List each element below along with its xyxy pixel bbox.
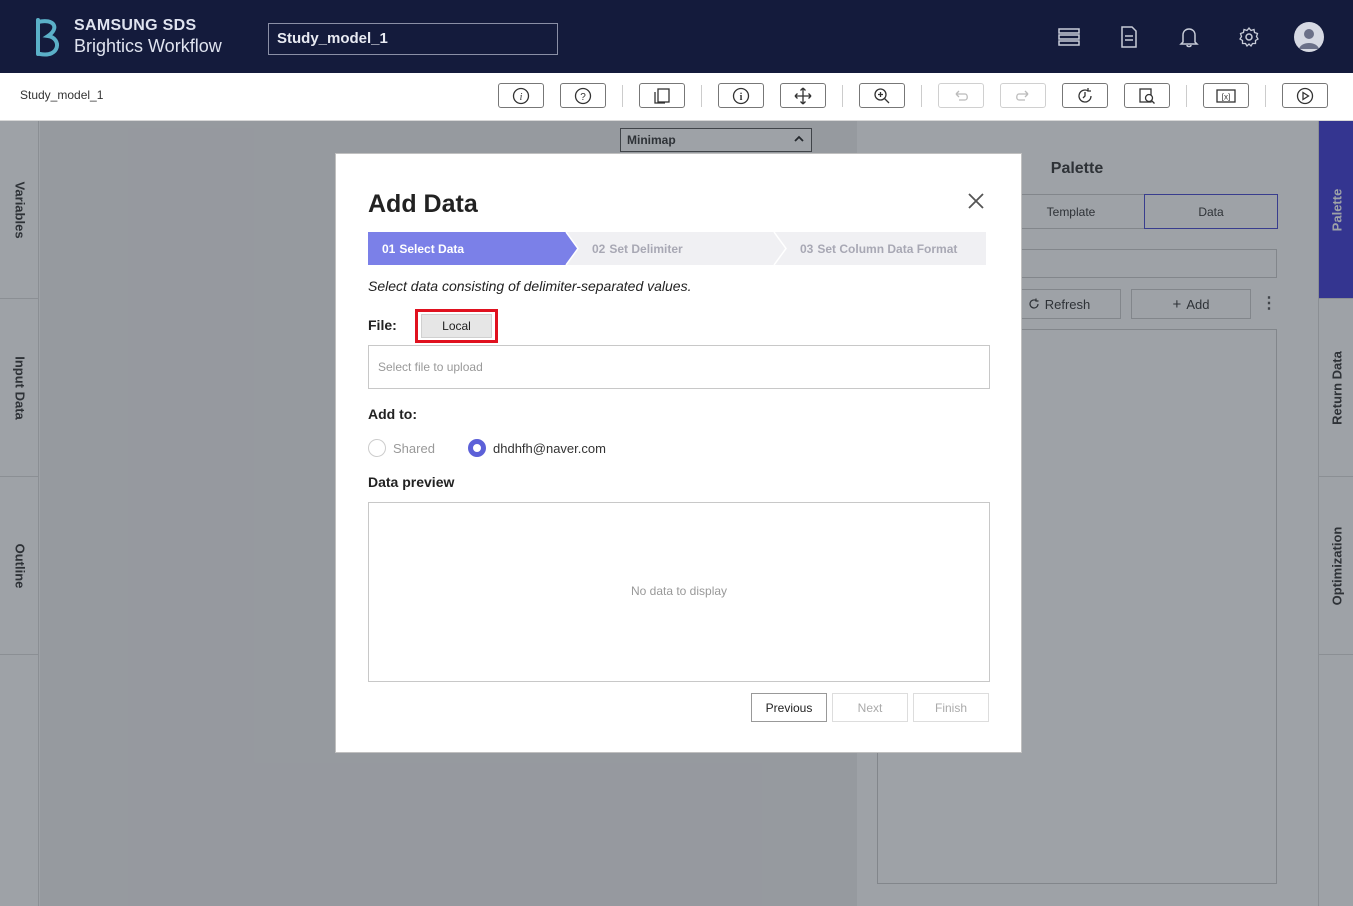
- redo-button[interactable]: [1000, 83, 1046, 108]
- help-button[interactable]: ?: [560, 83, 606, 108]
- add-data-dialog: Add Data 01 Select Data 02 Set Delimiter…: [335, 153, 1022, 753]
- search-document-button[interactable]: [1124, 83, 1170, 108]
- move-icon: [794, 87, 812, 104]
- step-label: Set Column Data Format: [817, 241, 958, 256]
- dialog-title: Add Data: [368, 190, 478, 218]
- brand-company: SAMSUNG SDS: [74, 17, 197, 34]
- add-to-label: Add to:: [368, 406, 417, 422]
- local-button[interactable]: Local: [421, 314, 492, 338]
- app-header: SAMSUNG SDS Brightics Workflow Study_mod…: [0, 0, 1353, 73]
- data-preview-box: No data to display: [368, 502, 990, 682]
- radio-user[interactable]: [468, 439, 486, 457]
- zoom-in-icon: [874, 87, 890, 103]
- step-number: 01: [382, 241, 396, 256]
- finish-button[interactable]: Finish: [913, 693, 989, 722]
- step-set-column-format: 03 Set Column Data Format: [786, 232, 986, 265]
- properties-button[interactable]: i: [718, 83, 764, 108]
- toolbar-divider: [921, 85, 922, 107]
- svg-text:[x]: [x]: [1222, 92, 1230, 101]
- history-button[interactable]: [1062, 83, 1108, 108]
- toolbar-divider: [842, 85, 843, 107]
- svg-text:i: i: [520, 92, 523, 103]
- search-document-icon: [1139, 87, 1155, 104]
- document-icon[interactable]: [1117, 23, 1141, 51]
- info-button[interactable]: i: [498, 83, 544, 108]
- variable-icon: [x]: [1216, 88, 1236, 103]
- toolbar-divider: [622, 85, 623, 107]
- gear-icon[interactable]: [1237, 23, 1261, 51]
- data-preview-label: Data preview: [368, 474, 455, 490]
- previous-button[interactable]: Previous: [751, 693, 827, 722]
- svg-text:?: ?: [580, 92, 586, 103]
- wizard-steps: 01 Select Data 02 Set Delimiter 03 Set C…: [368, 232, 986, 265]
- radio-shared-label[interactable]: Shared: [393, 441, 435, 456]
- toolbar: Study_model_1 i ? i [x]: [0, 73, 1353, 121]
- instruction-text: Select data consisting of delimiter-sepa…: [368, 278, 692, 294]
- brightics-logo-icon: [36, 18, 59, 57]
- zoom-in-button[interactable]: [859, 83, 905, 108]
- user-avatar-icon[interactable]: [1294, 22, 1324, 52]
- radio-shared[interactable]: [368, 439, 386, 457]
- move-button[interactable]: [780, 83, 826, 108]
- copy-icon: [654, 87, 670, 104]
- model-name-input[interactable]: Study_model_1: [268, 23, 558, 55]
- file-label: File:: [368, 317, 397, 333]
- info-icon: i: [512, 87, 530, 104]
- bell-icon[interactable]: [1177, 23, 1201, 51]
- svg-text:i: i: [740, 92, 743, 103]
- toolbar-divider: [1265, 85, 1266, 107]
- step-set-delimiter: 02 Set Delimiter: [578, 232, 774, 265]
- breadcrumb: Study_model_1: [20, 88, 104, 102]
- run-icon: [1296, 87, 1314, 104]
- copy-button[interactable]: [639, 83, 685, 108]
- toolbar-divider: [1186, 85, 1187, 107]
- empty-state-text: No data to display: [630, 584, 728, 598]
- step-label: Set Delimiter: [609, 241, 683, 256]
- step-label: Select Data: [399, 241, 465, 256]
- help-icon: ?: [574, 87, 592, 104]
- step-select-data: 01 Select Data: [368, 232, 566, 265]
- data-storage-icon[interactable]: [1057, 23, 1081, 51]
- next-button[interactable]: Next: [832, 693, 908, 722]
- redo-icon: [1016, 90, 1029, 101]
- undo-icon: [955, 90, 968, 101]
- radio-user-label[interactable]: dhdhfh@naver.com: [493, 441, 606, 456]
- undo-button[interactable]: [938, 83, 984, 108]
- variable-button[interactable]: [x]: [1203, 83, 1249, 108]
- history-icon: [1078, 87, 1092, 103]
- toolbar-divider: [701, 85, 702, 107]
- run-button[interactable]: [1282, 83, 1328, 108]
- close-icon[interactable]: [966, 191, 986, 211]
- step-number: 02: [592, 241, 606, 256]
- step-number: 03: [800, 241, 814, 256]
- brand-product: Brightics Workflow: [74, 36, 222, 56]
- info-icon: i: [732, 87, 750, 104]
- file-upload-field[interactable]: Select file to upload: [368, 345, 990, 389]
